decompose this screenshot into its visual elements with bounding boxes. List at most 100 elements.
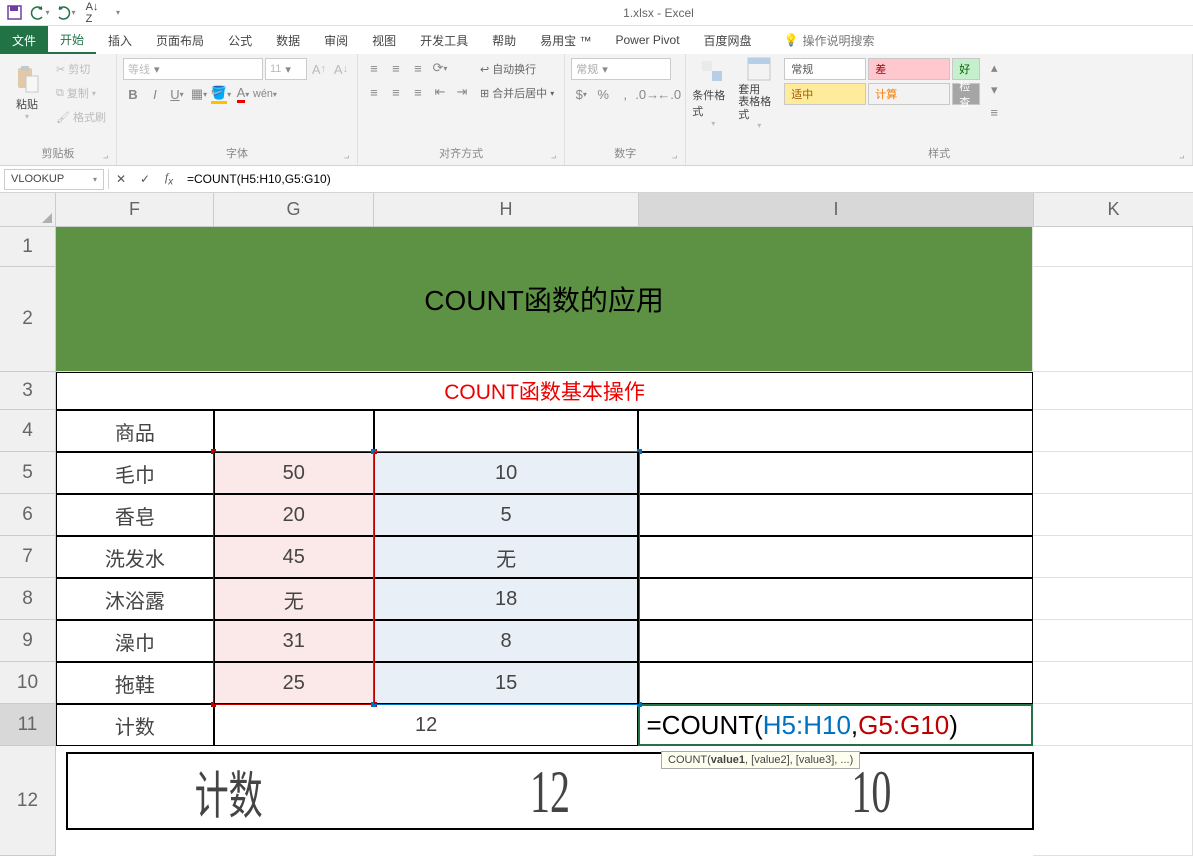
tab-review[interactable]: 审阅: [312, 26, 360, 54]
font-size-combo[interactable]: 11▾: [265, 58, 307, 80]
underline-button[interactable]: U▾: [167, 84, 187, 104]
format-painter-button[interactable]: 🖌格式刷: [52, 106, 110, 128]
cell-k4[interactable]: [1033, 410, 1193, 452]
cut-button[interactable]: ✂剪切: [52, 58, 110, 80]
worksheet-grid[interactable]: FGHIK 123456789101112 COUNT函数的应用 COUNT函数…: [0, 193, 1193, 863]
cell-i8[interactable]: [638, 578, 1033, 620]
font-family-combo[interactable]: 等线▾: [123, 58, 263, 80]
cell-f5[interactable]: 毛巾: [56, 452, 214, 494]
italic-button[interactable]: I: [145, 84, 165, 104]
style-calc[interactable]: 计算: [868, 83, 950, 105]
row-header-4[interactable]: 4: [0, 410, 56, 452]
row-header-11[interactable]: 11: [0, 704, 56, 746]
paste-button[interactable]: 粘贴 ▾: [6, 58, 48, 128]
style-good[interactable]: 好: [952, 58, 980, 80]
increase-decimal-button[interactable]: .0→: [637, 84, 657, 104]
tab-eyb[interactable]: 易用宝 ™: [528, 26, 603, 54]
align-middle-button[interactable]: ≡: [386, 58, 406, 78]
cell-i9[interactable]: [638, 620, 1033, 662]
name-box[interactable]: VLOOKUP ▾: [4, 169, 104, 190]
cell-f8[interactable]: 沐浴露: [56, 578, 214, 620]
cell-g4[interactable]: [214, 410, 374, 452]
row-header-6[interactable]: 6: [0, 494, 56, 536]
conditional-format-button[interactable]: 条件格式▾: [692, 58, 734, 128]
percent-button[interactable]: %: [593, 84, 613, 104]
cell-k5[interactable]: [1033, 452, 1193, 494]
tab-file[interactable]: 文件: [0, 26, 48, 54]
cancel-button[interactable]: ✕: [109, 167, 133, 191]
cell-k11[interactable]: [1033, 704, 1193, 746]
cell-k9[interactable]: [1033, 620, 1193, 662]
tab-formulas[interactable]: 公式: [216, 26, 264, 54]
formula-input[interactable]: [181, 169, 1193, 190]
cell-g8[interactable]: 无: [214, 578, 374, 620]
cell-k2[interactable]: [1033, 267, 1193, 372]
tab-help[interactable]: 帮助: [480, 26, 528, 54]
cell-k10[interactable]: [1033, 662, 1193, 704]
col-header-F[interactable]: F: [56, 193, 214, 227]
decrease-font-button[interactable]: A↓: [331, 59, 351, 79]
tellme-search[interactable]: 💡 操作说明搜索: [784, 26, 875, 54]
style-neutral[interactable]: 适中: [784, 83, 866, 105]
fill-color-button[interactable]: 🪣▾: [211, 84, 231, 104]
row-header-9[interactable]: 9: [0, 620, 56, 662]
tab-developer[interactable]: 开发工具: [408, 26, 480, 54]
col-header-H[interactable]: H: [374, 193, 639, 227]
cell-h5[interactable]: 10: [374, 452, 639, 494]
col-header-K[interactable]: K: [1034, 193, 1193, 227]
increase-indent-button[interactable]: ⇥: [452, 82, 472, 102]
cell-h6[interactable]: 5: [374, 494, 639, 536]
align-left-button[interactable]: ≡: [364, 82, 384, 102]
row-header-3[interactable]: 3: [0, 372, 56, 410]
cell-h4[interactable]: [374, 410, 639, 452]
decrease-indent-button[interactable]: ⇤: [430, 82, 450, 102]
tab-home[interactable]: 开始: [48, 26, 96, 54]
cell-k3[interactable]: [1033, 372, 1193, 410]
cell-g6[interactable]: 20: [214, 494, 374, 536]
row-header-5[interactable]: 5: [0, 452, 56, 494]
cell-g7[interactable]: 45: [214, 536, 374, 578]
style-normal[interactable]: 常规: [784, 58, 866, 80]
styles-scrolldown[interactable]: ▾: [984, 80, 1004, 100]
col-header-I[interactable]: I: [639, 193, 1034, 227]
cell-i7[interactable]: [638, 536, 1033, 578]
increase-font-button[interactable]: A↑: [309, 59, 329, 79]
cell-k7[interactable]: [1033, 536, 1193, 578]
style-bad[interactable]: 差: [868, 58, 950, 80]
cell-h9[interactable]: 8: [374, 620, 639, 662]
qat-customize[interactable]: ▾: [108, 3, 128, 23]
cell-f9[interactable]: 澡巾: [56, 620, 214, 662]
cell-i4[interactable]: [638, 410, 1033, 452]
cell-f10[interactable]: 拖鞋: [56, 662, 214, 704]
cell-k1[interactable]: [1033, 227, 1193, 267]
align-bottom-button[interactable]: ≡: [408, 58, 428, 78]
save-button[interactable]: [4, 3, 24, 23]
styles-scrollup[interactable]: ▴: [984, 58, 1004, 78]
tab-view[interactable]: 视图: [360, 26, 408, 54]
cell-k6[interactable]: [1033, 494, 1193, 536]
fx-button[interactable]: fx: [157, 167, 181, 191]
cells-area[interactable]: COUNT函数的应用 COUNT函数基本操作 商品 毛巾5010香皂205洗发水…: [56, 227, 1193, 856]
align-top-button[interactable]: ≡: [364, 58, 384, 78]
merge-center-button[interactable]: ⊞合并后居中▾: [476, 82, 558, 104]
align-center-button[interactable]: ≡: [386, 82, 406, 102]
row-header-12[interactable]: 12: [0, 746, 56, 856]
comma-button[interactable]: ,: [615, 84, 635, 104]
phonetic-button[interactable]: wén▾: [255, 84, 275, 104]
sort-button[interactable]: A↓Z: [82, 3, 102, 23]
cell-i5[interactable]: [638, 452, 1033, 494]
col-header-G[interactable]: G: [214, 193, 374, 227]
styles-more[interactable]: ≡: [984, 102, 1004, 122]
cell-f6[interactable]: 香皂: [56, 494, 214, 536]
bold-button[interactable]: B: [123, 84, 143, 104]
subtitle-cell[interactable]: COUNT函数基本操作: [56, 372, 1033, 410]
tab-insert[interactable]: 插入: [96, 26, 144, 54]
format-as-table-button[interactable]: 套用 表格格式▾: [738, 58, 780, 128]
cell-h8[interactable]: 18: [374, 578, 639, 620]
cell-i10[interactable]: [638, 662, 1033, 704]
decrease-decimal-button[interactable]: ←.0: [659, 84, 679, 104]
title-cell[interactable]: COUNT函数的应用: [56, 227, 1033, 372]
number-format-combo[interactable]: 常规▾: [571, 58, 671, 80]
copy-button[interactable]: ⧉复制▾: [52, 82, 110, 104]
cell-g10[interactable]: 25: [214, 662, 374, 704]
